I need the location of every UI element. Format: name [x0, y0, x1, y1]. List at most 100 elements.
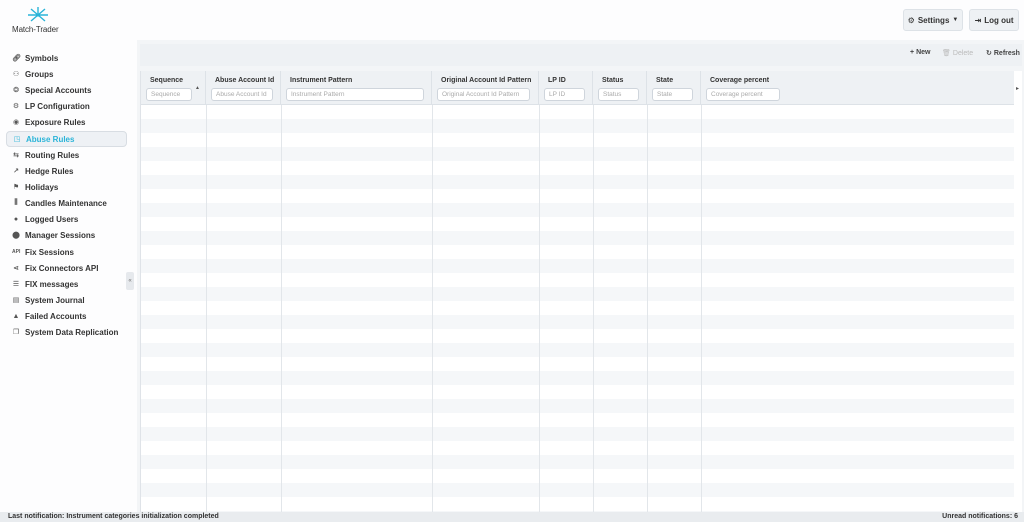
column-header-abuse-account-id[interactable]: Abuse Account Id	[206, 71, 281, 105]
sidebar-item-system-journal[interactable]: ▤ System Journal	[6, 292, 127, 308]
column-header-state[interactable]: State	[647, 71, 701, 105]
sidebar-item-label: LP Configuration	[25, 101, 90, 111]
plus-icon: +	[910, 49, 915, 56]
empty-row	[141, 119, 1014, 133]
column-header-original-account-id-pattern[interactable]: Original Account Id Pattern	[432, 71, 539, 105]
column-header-coverage-percent[interactable]: Coverage percent	[701, 71, 786, 105]
column-title: Coverage percent	[710, 77, 770, 84]
empty-row	[141, 147, 1014, 161]
empty-row	[141, 427, 1014, 441]
sidebar-item-fix-sessions[interactable]: API Fix Sessions	[6, 244, 127, 260]
sidebar-item-manager-sessions[interactable]: ⬤ Manager Sessions	[6, 227, 127, 243]
empty-row	[141, 343, 1014, 357]
delete-button[interactable]: 🗑︎ Delete	[942, 49, 974, 58]
sort-asc-icon[interactable]: ▲	[195, 85, 200, 91]
new-label: New	[916, 49, 931, 56]
sidebar-item-label: Routing Rules	[25, 150, 80, 160]
user-icon: ●	[13, 215, 19, 223]
sidebar-item-hedge-rules[interactable]: ↗ Hedge Rules	[6, 163, 127, 179]
empty-row	[141, 175, 1014, 189]
empty-row	[141, 483, 1014, 497]
logout-button[interactable]: ⇥ Log out	[969, 9, 1019, 31]
sidebar-item-abuse-rules[interactable]: ◳ Abuse Rules	[6, 131, 127, 147]
last-notification[interactable]: Last notification: Instrument categories…	[8, 513, 219, 520]
column-title: Original Account Id Pattern	[441, 77, 532, 84]
logo-icon	[28, 7, 48, 22]
filter-input-state[interactable]	[652, 88, 693, 101]
logo-text: Match-Trader	[12, 25, 59, 34]
caret-down-icon: ▼	[952, 17, 959, 23]
new-button[interactable]: + New	[910, 49, 931, 56]
sidebar-item-label: Groups	[25, 69, 54, 79]
filter-input-coverage-percent[interactable]	[706, 88, 780, 101]
special-accounts-icon: ❂	[13, 87, 19, 94]
filter-input-sequence[interactable]	[146, 88, 192, 101]
column-divider	[206, 105, 207, 512]
filter-input-lp-id[interactable]	[544, 88, 585, 101]
candles-icon: ⫼	[14, 199, 18, 206]
sidebar-item-label: Special Accounts	[25, 85, 92, 95]
sidebar-item-label: Failed Accounts	[25, 311, 87, 321]
warning-icon: ▲	[12, 312, 20, 320]
status-bar: Last notification: Instrument categories…	[0, 512, 1024, 522]
sidebar-item-exposure-rules[interactable]: ◉ Exposure Rules	[6, 114, 127, 130]
column-divider	[539, 105, 540, 512]
column-header-lp-id[interactable]: LP ID	[539, 71, 593, 105]
settings-button[interactable]: ⚙ Settings ▼	[903, 9, 963, 31]
column-title: State	[656, 77, 674, 84]
sidebar-item-fix-connectors-api[interactable]: ⋖ Fix Connectors API	[6, 260, 127, 276]
column-divider	[281, 105, 282, 512]
filter-input-original-account-id-pattern[interactable]	[437, 88, 530, 101]
sidebar-item-label: System Journal	[25, 295, 85, 305]
column-divider	[432, 105, 433, 512]
refresh-button[interactable]: ↻ Refresh	[986, 49, 1020, 58]
column-header-sequence[interactable]: Sequence ▲	[141, 71, 206, 105]
api-icon: API	[12, 249, 21, 255]
filter-input-instrument-pattern[interactable]	[286, 88, 424, 101]
column-title: LP ID	[548, 77, 566, 84]
gear-icon: ⚙	[907, 15, 915, 25]
sidebar-item-special-accounts[interactable]: ❂ Special Accounts	[6, 82, 127, 98]
column-header-status[interactable]: Status	[593, 71, 647, 105]
exposure-icon: ◉	[12, 119, 20, 126]
empty-row	[141, 203, 1014, 217]
sidebar-item-symbols[interactable]: 🔗︎ Symbols	[6, 50, 127, 66]
grid-header: Sequence ▲ Abuse Account Id Instrument P…	[141, 71, 1014, 105]
delete-label: Delete	[952, 49, 974, 57]
sidebar-item-label: System Data Replication	[25, 327, 119, 337]
sidebar-item-routing-rules[interactable]: ⇆ Routing Rules	[6, 147, 127, 163]
sidebar-item-logged-users[interactable]: ● Logged Users	[6, 211, 127, 227]
filter-input-abuse-account-id[interactable]	[211, 88, 273, 101]
logout-label: Log out	[984, 15, 1014, 25]
sidebar-item-fix-messages[interactable]: ☰ FIX messages	[6, 276, 127, 292]
sidebar-item-groups[interactable]: ⚇ Groups	[6, 66, 127, 82]
filter-input-status[interactable]	[598, 88, 639, 101]
unread-notifications[interactable]: Unread notifications: 6	[942, 513, 1018, 520]
empty-row	[141, 231, 1014, 245]
sidebar-item-label: Manager Sessions	[25, 230, 96, 240]
replication-icon: ❐	[12, 329, 20, 336]
refresh-label: Refresh	[993, 49, 1020, 57]
sidebar-item-holidays[interactable]: ⚑ Holidays	[6, 179, 127, 195]
gear-icon: ⚙	[12, 103, 20, 110]
column-title: Instrument Pattern	[290, 77, 353, 84]
collapse-icon: «	[128, 278, 132, 284]
sidebar-item-label: Candles Maintenance	[25, 198, 107, 208]
arrow-share-icon: ↗	[13, 168, 19, 175]
empty-row	[141, 287, 1014, 301]
sidebar-item-candles-maintenance[interactable]: ⫼ Candles Maintenance	[6, 195, 127, 211]
sidebar-item-label: Symbols	[25, 53, 59, 63]
column-menu-icon[interactable]: ▸	[1016, 85, 1019, 92]
sidebar-item-label: Fix Connectors API	[25, 263, 99, 273]
sidebar-item-lp-configuration[interactable]: ⚙ LP Configuration	[6, 98, 127, 114]
column-header-instrument-pattern[interactable]: Instrument Pattern	[281, 71, 432, 105]
abuse-rules-grid: Sequence ▲ Abuse Account Id Instrument P…	[140, 71, 1022, 522]
routing-icon: ⇆	[13, 152, 19, 159]
sidebar-collapse-handle[interactable]: «	[126, 272, 134, 290]
refresh-icon: ↻	[986, 50, 992, 57]
app-logo[interactable]: Match-Trader	[12, 6, 64, 36]
sidebar-item-label: Logged Users	[25, 214, 79, 224]
sidebar-item-system-data-replication[interactable]: ❐ System Data Replication	[6, 324, 127, 340]
sidebar: 🔗︎ Symbols ⚇ Groups ❂ Special Accounts ⚙…	[0, 40, 137, 512]
sidebar-item-failed-accounts[interactable]: ▲ Failed Accounts	[6, 308, 127, 324]
